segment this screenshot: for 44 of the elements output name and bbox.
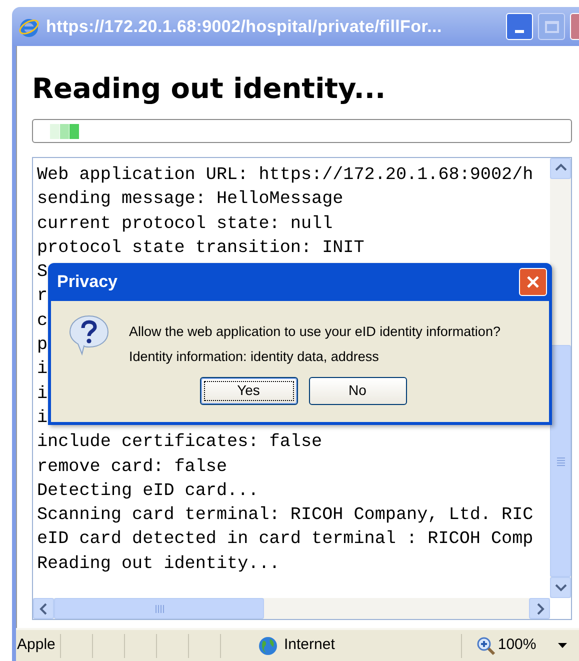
log-line: Scanning card terminal: RICOH Company, Ltd. RIC	[37, 504, 534, 528]
dialog-title: Privacy	[57, 271, 118, 294]
zone-label: Internet	[284, 635, 335, 656]
scroll-left-button[interactable]	[33, 598, 54, 619]
minimize-button[interactable]	[506, 13, 533, 40]
maximize-icon	[544, 20, 558, 32]
page-heading: Reading out identity...	[32, 73, 387, 105]
globe-icon	[258, 636, 278, 656]
scrollbar-thumb[interactable]	[550, 345, 571, 577]
dialog-button[interactable]: Yes	[200, 376, 298, 404]
window-title: https://172.20.1.68:9002/hospital/private/fillFor...	[46, 16, 442, 38]
zoom-level: 100%	[498, 635, 536, 656]
log-line: include certificates: false	[37, 431, 322, 454]
scroll-up-button[interactable]	[550, 158, 571, 179]
scroll-right-button[interactable]	[529, 598, 550, 619]
log-line: i	[37, 406, 48, 430]
close-button[interactable]	[519, 268, 547, 296]
log-line: Reading out identity...	[37, 552, 280, 576]
log-line: Detecting eID card...	[37, 480, 259, 503]
log-line: r	[37, 285, 48, 308]
dialog-message: Allow the web application to use your eID identity information?	[129, 323, 500, 341]
close-icon	[526, 275, 540, 289]
zoom-icon	[476, 636, 496, 656]
log-line: i	[37, 358, 48, 382]
grip-icon	[556, 456, 564, 466]
dialog-button[interactable]: No	[308, 376, 406, 404]
scrollbar-thumb[interactable]	[54, 598, 264, 619]
log-line: remove card: false	[37, 456, 228, 479]
caret-icon[interactable]	[558, 643, 568, 648]
log-line: i	[37, 382, 48, 406]
log-line: p	[37, 334, 48, 358]
dialog-detail: Identity information: identity data, address	[129, 348, 380, 366]
grip-icon	[154, 604, 164, 612]
log-line: Web application URL: https://172.20.1.68:9002/h	[37, 164, 534, 187]
log-line: current protocol state: null	[37, 212, 333, 236]
question-icon	[67, 313, 111, 357]
log-line: eID card detected in card terminal : RICOH Comp	[37, 528, 534, 552]
log-line: sending message: HelloMessage	[37, 188, 344, 212]
log-line: S	[37, 261, 48, 284]
scroll-down-button[interactable]	[550, 577, 571, 598]
log-line: protocol state transition: INIT	[37, 236, 364, 260]
status-text: Apple	[16, 635, 56, 656]
log-line: c	[37, 310, 48, 333]
minimize-icon	[515, 30, 524, 33]
